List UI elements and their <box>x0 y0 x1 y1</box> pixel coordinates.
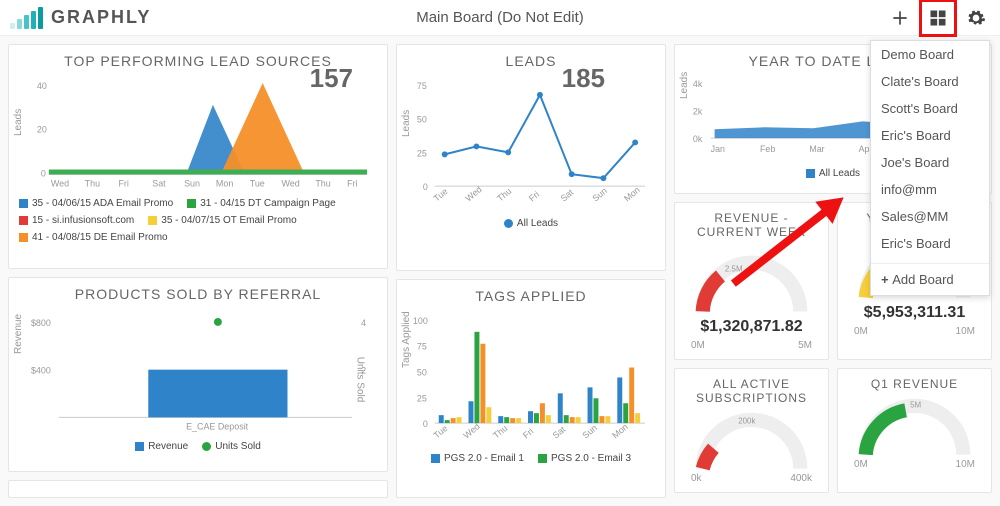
card-lead-sources[interactable]: TOP PERFORMING LEAD SOURCES 157 Leads 40… <box>8 44 388 269</box>
tags-chart: 100 75 50 25 0 Tue Wed Thu Fri <box>407 310 655 449</box>
svg-text:Wed: Wed <box>282 178 300 188</box>
svg-text:Fri: Fri <box>527 189 541 203</box>
y-axis-label: Leads <box>13 109 24 136</box>
svg-text:200k: 200k <box>738 416 755 425</box>
svg-text:Jan: Jan <box>711 144 725 154</box>
card-tags[interactable]: TAGS APPLIED Tags Applied 100 75 50 25 0 <box>396 279 666 498</box>
svg-text:Thu: Thu <box>491 423 509 441</box>
card-title: Q1 REVENUE <box>848 377 981 391</box>
svg-text:Thu: Thu <box>315 178 330 188</box>
svg-text:20: 20 <box>37 125 47 135</box>
y2-axis-label: Units Sold <box>355 357 366 403</box>
board-title[interactable]: Main Board (Do Not Edit) <box>416 9 584 26</box>
leads-chart: 75 50 25 0 Tue Wed Thu Fri Sat Sun Mon <box>407 75 655 214</box>
svg-text:Thu: Thu <box>85 178 100 188</box>
svg-text:Wed: Wed <box>463 184 483 203</box>
svg-text:Wed: Wed <box>51 178 69 188</box>
svg-text:5M: 5M <box>910 401 921 410</box>
dropdown-item[interactable]: Clate's Board <box>871 68 989 95</box>
svg-text:$400: $400 <box>31 365 51 375</box>
svg-text:4: 4 <box>361 318 366 328</box>
svg-text:50: 50 <box>417 367 427 377</box>
svg-text:Mon: Mon <box>216 178 233 188</box>
products-chart: $800 $400 4 2 E_CAE Deposit <box>19 308 377 437</box>
card-subs[interactable]: ALL ACTIVE SUBSCRIPTIONS 200k 0k400k <box>674 368 829 493</box>
svg-text:Sun: Sun <box>184 178 200 188</box>
svg-text:75: 75 <box>417 81 427 91</box>
svg-text:0k: 0k <box>693 134 703 144</box>
add-board-button[interactable]: Add Board <box>871 264 989 295</box>
svg-text:Mar: Mar <box>809 144 824 154</box>
y-axis-label: Leads <box>401 110 412 137</box>
logo-bars-icon <box>10 7 45 29</box>
svg-text:0: 0 <box>423 419 428 429</box>
svg-text:Fri: Fri <box>118 178 128 188</box>
gauge-value: $1,320,871.82 <box>685 318 818 336</box>
y-axis-label: Revenue <box>13 314 24 354</box>
dropdown-item[interactable]: Joe's Board <box>871 149 989 176</box>
legend: Revenue Units Sold <box>19 441 377 452</box>
dropdown-item[interactable]: info@mm <box>871 176 989 203</box>
boards-dropdown: Demo Board Clate's Board Scott's Board E… <box>870 40 990 296</box>
svg-text:0: 0 <box>41 168 46 178</box>
svg-text:Sat: Sat <box>551 424 568 441</box>
dropdown-item[interactable]: Demo Board <box>871 41 989 68</box>
svg-text:Sat: Sat <box>559 187 576 204</box>
add-icon[interactable] <box>886 4 914 32</box>
svg-text:40: 40 <box>37 81 47 91</box>
svg-text:Tue: Tue <box>432 423 450 440</box>
card-products[interactable]: PRODUCTS SOLD BY REFERRAL Revenue Units … <box>8 277 388 472</box>
dropdown-item[interactable]: Scott's Board <box>871 95 989 122</box>
svg-text:Feb: Feb <box>760 144 775 154</box>
svg-text:Wed: Wed <box>461 421 481 440</box>
dropdown-item[interactable]: Eric's Board <box>871 122 989 149</box>
card-q1[interactable]: Q1 REVENUE 5M 0M10M <box>837 368 992 493</box>
big-number: 185 <box>562 63 605 94</box>
card-title: TAGS APPLIED <box>407 288 655 304</box>
boards-grid-icon[interactable] <box>924 4 952 32</box>
svg-text:4k: 4k <box>693 79 703 89</box>
legend: All Leads <box>407 218 655 229</box>
y-axis-label: Tags Applied <box>401 312 412 369</box>
svg-text:Fri: Fri <box>521 426 535 440</box>
gauge-value: $5,953,311.31 <box>848 304 981 322</box>
big-number: 157 <box>310 63 353 94</box>
svg-text:E_CAE Deposit: E_CAE Deposit <box>186 421 249 431</box>
legend: PGS 2.0 - Email 1 PGS 2.0 - Email 3 <box>407 453 655 464</box>
card-title: LEADS <box>407 53 655 69</box>
svg-text:50: 50 <box>417 115 427 125</box>
gauge-chart: 5M <box>848 397 981 459</box>
svg-text:Sat: Sat <box>152 178 166 188</box>
dropdown-item[interactable]: Eric's Board <box>871 230 989 257</box>
svg-text:Mon: Mon <box>610 422 630 441</box>
dropdown-item[interactable]: Sales@MM <box>871 203 989 230</box>
svg-text:25: 25 <box>417 393 427 403</box>
svg-text:Tue: Tue <box>432 186 450 203</box>
logo-text: GRAPHLY <box>51 7 151 28</box>
app-header: GRAPHLY Main Board (Do Not Edit) <box>0 0 1000 36</box>
svg-text:Tue: Tue <box>250 178 265 188</box>
card-title: PRODUCTS SOLD BY REFERRAL <box>19 286 377 302</box>
svg-text:Mon: Mon <box>622 185 642 204</box>
svg-text:75: 75 <box>417 342 427 352</box>
svg-text:$800: $800 <box>31 318 51 328</box>
svg-text:Fri: Fri <box>347 178 357 188</box>
card-leads[interactable]: LEADS 185 Leads 75 50 25 0 Tue Wed Thu Fri … <box>396 44 666 271</box>
svg-text:100: 100 <box>413 316 428 326</box>
svg-text:0: 0 <box>423 182 428 192</box>
svg-text:25: 25 <box>417 148 427 158</box>
svg-text:Sun: Sun <box>590 186 609 204</box>
gauge-chart: 200k <box>685 411 818 473</box>
card-title: ALL ACTIVE SUBSCRIPTIONS <box>685 377 818 405</box>
card-placeholder[interactable] <box>8 480 388 498</box>
gear-icon[interactable] <box>962 4 990 32</box>
svg-text:Thu: Thu <box>495 186 513 204</box>
logo: GRAPHLY <box>10 7 151 29</box>
svg-text:2k: 2k <box>693 106 703 116</box>
y-axis-label: Leads <box>679 72 690 99</box>
svg-text:Sun: Sun <box>580 423 599 441</box>
legend: 35 - 04/06/15 ADA Email Promo 31 - 04/15… <box>19 198 377 243</box>
